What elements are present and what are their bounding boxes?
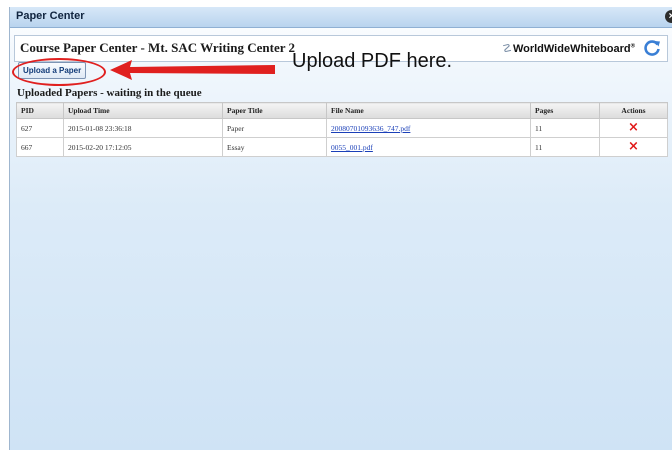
column-header-actions: Actions [599,102,668,119]
brand-mark-icon: ☡ [502,43,512,55]
annotation-text: Upload PDF here. [292,50,453,72]
paper-center-window: Paper Center × Course Paper Center - Mt.… [9,7,672,450]
window-title: Paper Center [16,10,85,22]
pid-cell: 627 [16,118,64,138]
upload-time-cell: 2015-01-08 23:36:18 [63,118,223,138]
upload-time-cell: 2015-02-20 17:12:05 [63,137,223,157]
column-header-file-name: File Name [326,102,531,119]
pages-cell: 11 [530,137,600,157]
paper-title-cell: Paper [222,118,327,138]
table-row: 667 2015-02-20 17:12:05 Essay 0055_001.p… [16,137,668,157]
delete-icon[interactable]: × [628,120,639,135]
pid-cell: 667 [16,137,64,157]
pages-cell: 11 [530,118,600,138]
column-header-upload-time: Upload Time [63,102,223,119]
window-titlebar: Paper Center × [10,7,672,28]
column-header-pages: Pages [530,102,600,119]
column-header-pid: PID [16,102,64,119]
annotation-arrow [110,60,275,80]
annotation-circle [12,58,106,86]
brand-trademark: ® [630,43,635,50]
course-title: Course Paper Center - Mt. SAC Writing Ce… [20,40,296,55]
file-name-link[interactable]: 20080701093636_747.pdf [326,118,531,138]
table-row: 627 2015-01-08 23:36:18 Paper 2008070109… [16,118,668,138]
brand-name: WorldWideWhiteboard [512,43,631,55]
close-icon[interactable]: × [665,10,672,23]
column-header-paper-title: Paper Title [222,102,327,119]
table-header-row: PID Upload Time Paper Title File Name Pa… [16,102,668,119]
actions-cell: × [599,137,668,157]
papers-table: PID Upload Time Paper Title File Name Pa… [16,102,668,157]
queue-heading: Uploaded Papers - waiting in the queue [17,87,202,99]
brand-logo: ☡WorldWideWhiteboard® [502,42,635,55]
delete-icon[interactable]: × [628,139,639,154]
paper-title-cell: Essay [222,137,327,157]
actions-cell: × [599,118,668,138]
file-name-link[interactable]: 0055_001.pdf [326,137,531,157]
refresh-icon[interactable] [642,38,662,58]
